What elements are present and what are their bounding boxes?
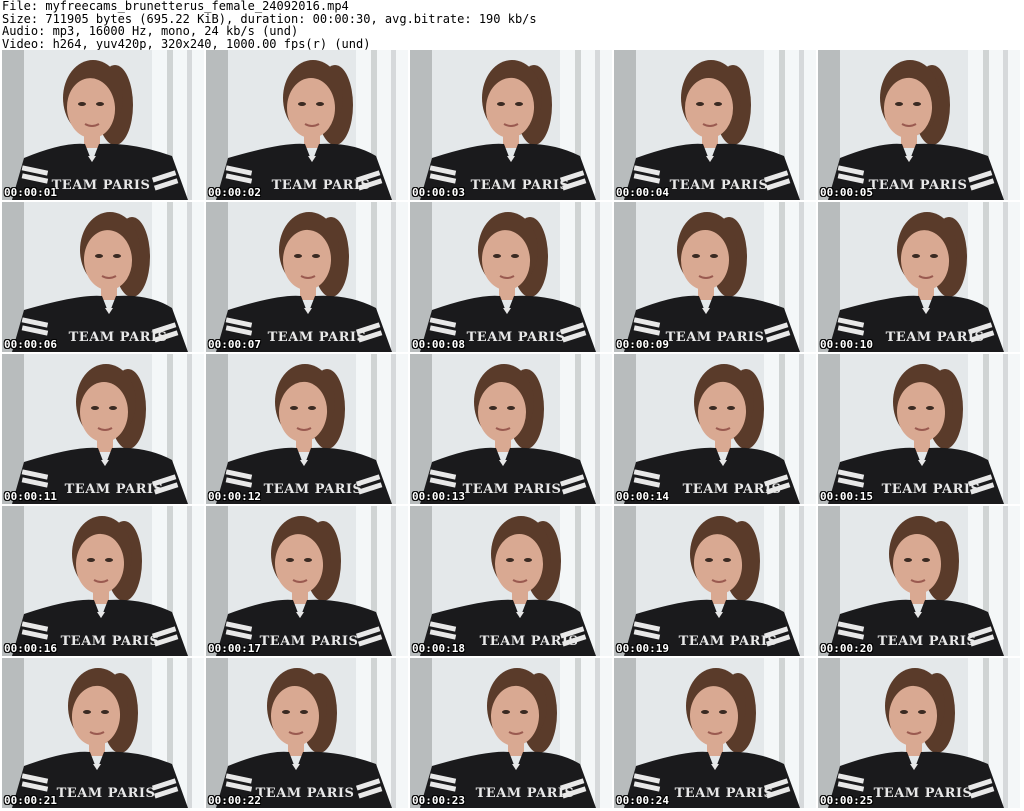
shirt-print-text: TEAM PARIS: [51, 178, 151, 193]
video-frame-thumbnail: TEAM PARIS 00:00:13: [410, 354, 612, 504]
shirt-print-text: TEAM PARIS: [470, 178, 570, 193]
shirt-print-text: TEAM PARIS: [682, 482, 782, 497]
shirt-print-text: TEAM PARIS: [877, 634, 977, 649]
shirt-print-text: TEAM PARIS: [885, 330, 985, 345]
video-frame-thumbnail: TEAM PARIS 00:00:01: [2, 50, 204, 200]
timestamp-label: 00:00:13: [412, 490, 465, 503]
video-frame-thumbnail: TEAM PARIS 00:00:24: [614, 658, 816, 808]
shirt-print-text: TEAM PARIS: [255, 786, 355, 801]
video-frame-thumbnail: TEAM PARIS 00:00:06: [2, 202, 204, 352]
video-frame-thumbnail: TEAM PARIS 00:00:23: [410, 658, 612, 808]
timestamp-label: 00:00:16: [4, 642, 57, 655]
video-frame-thumbnail: TEAM PARIS 00:00:07: [206, 202, 408, 352]
timestamp-label: 00:00:23: [412, 794, 465, 807]
shirt-print-text: TEAM PARIS: [462, 482, 562, 497]
shirt-print-text: TEAM PARIS: [259, 634, 359, 649]
timestamp-label: 00:00:05: [820, 186, 873, 199]
video-frame-thumbnail: TEAM PARIS 00:00:16: [2, 506, 204, 656]
timestamp-label: 00:00:25: [820, 794, 873, 807]
video-frame-thumbnail: TEAM PARIS 00:00:15: [818, 354, 1020, 504]
timestamp-label: 00:00:14: [616, 490, 669, 503]
shirt-print-text: TEAM PARIS: [868, 178, 968, 193]
video-frame-thumbnail: TEAM PARIS 00:00:25: [818, 658, 1020, 808]
video-frame-thumbnail: TEAM PARIS 00:00:21: [2, 658, 204, 808]
video-frame-thumbnail: TEAM PARIS 00:00:12: [206, 354, 408, 504]
timestamp-label: 00:00:03: [412, 186, 465, 199]
file-info-header: File: myfreecams_brunetterus_female_2409…: [0, 0, 1024, 50]
shirt-print-text: TEAM PARIS: [60, 634, 160, 649]
shirt-print-text: TEAM PARIS: [263, 482, 363, 497]
video-frame-thumbnail: TEAM PARIS 00:00:02: [206, 50, 408, 200]
shirt-print-text: TEAM PARIS: [881, 482, 981, 497]
video-frame-thumbnail: TEAM PARIS 00:00:14: [614, 354, 816, 504]
shirt-print-text: TEAM PARIS: [674, 786, 774, 801]
shirt-print-text: TEAM PARIS: [475, 786, 575, 801]
video-frame-thumbnail: TEAM PARIS 00:00:04: [614, 50, 816, 200]
timestamp-label: 00:00:18: [412, 642, 465, 655]
timestamp-label: 00:00:17: [208, 642, 261, 655]
shirt-print-text: TEAM PARIS: [271, 178, 371, 193]
video-frame-thumbnail: TEAM PARIS 00:00:05: [818, 50, 1020, 200]
video-frame-thumbnail: TEAM PARIS 00:00:18: [410, 506, 612, 656]
video-frame-thumbnail: TEAM PARIS 00:00:09: [614, 202, 816, 352]
timestamp-label: 00:00:11: [4, 490, 57, 503]
timestamp-label: 00:00:01: [4, 186, 57, 199]
timestamp-label: 00:00:08: [412, 338, 465, 351]
timestamp-label: 00:00:02: [208, 186, 261, 199]
shirt-print-text: TEAM PARIS: [678, 634, 778, 649]
video-frame-thumbnail: TEAM PARIS 00:00:11: [2, 354, 204, 504]
shirt-print-text: TEAM PARIS: [68, 330, 168, 345]
video-info-line: Video: h264, yuv420p, 320x240, 1000.00 f…: [2, 36, 371, 51]
shirt-print-text: TEAM PARIS: [479, 634, 579, 649]
timestamp-label: 00:00:04: [616, 186, 669, 199]
timestamp-label: 00:00:15: [820, 490, 873, 503]
thumbnail-grid: TEAM PARIS 00:00:01 TEAM PARIS 00:00:02 TEAM…: [0, 50, 1024, 811]
shirt-print-text: TEAM PARIS: [64, 482, 164, 497]
timestamp-label: 00:00:09: [616, 338, 669, 351]
video-frame-thumbnail: TEAM PARIS 00:00:03: [410, 50, 612, 200]
timestamp-label: 00:00:22: [208, 794, 261, 807]
file-name-line: File: myfreecams_brunetterus_female_2409…: [2, 0, 349, 13]
shirt-print-text: TEAM PARIS: [873, 786, 973, 801]
video-frame-thumbnail: TEAM PARIS 00:00:17: [206, 506, 408, 656]
shirt-print-text: TEAM PARIS: [267, 330, 367, 345]
video-frame-thumbnail: TEAM PARIS 00:00:08: [410, 202, 612, 352]
video-frame-thumbnail: TEAM PARIS 00:00:19: [614, 506, 816, 656]
shirt-print-text: TEAM PARIS: [669, 178, 769, 193]
timestamp-label: 00:00:19: [616, 642, 669, 655]
audio-info-line: Audio: mp3, 16000 Hz, mono, 24 kb/s (und…: [2, 24, 299, 38]
timestamp-label: 00:00:10: [820, 338, 873, 351]
shirt-print-text: TEAM PARIS: [665, 330, 765, 345]
timestamp-label: 00:00:24: [616, 794, 669, 807]
video-frame-thumbnail: TEAM PARIS 00:00:22: [206, 658, 408, 808]
video-frame-thumbnail: TEAM PARIS 00:00:10: [818, 202, 1020, 352]
timestamp-label: 00:00:07: [208, 338, 261, 351]
shirt-print-text: TEAM PARIS: [56, 786, 156, 801]
video-frame-thumbnail: TEAM PARIS 00:00:20: [818, 506, 1020, 656]
timestamp-label: 00:00:21: [4, 794, 57, 807]
timestamp-label: 00:00:06: [4, 338, 57, 351]
shirt-print-text: TEAM PARIS: [466, 330, 566, 345]
timestamp-label: 00:00:12: [208, 490, 261, 503]
timestamp-label: 00:00:20: [820, 642, 873, 655]
